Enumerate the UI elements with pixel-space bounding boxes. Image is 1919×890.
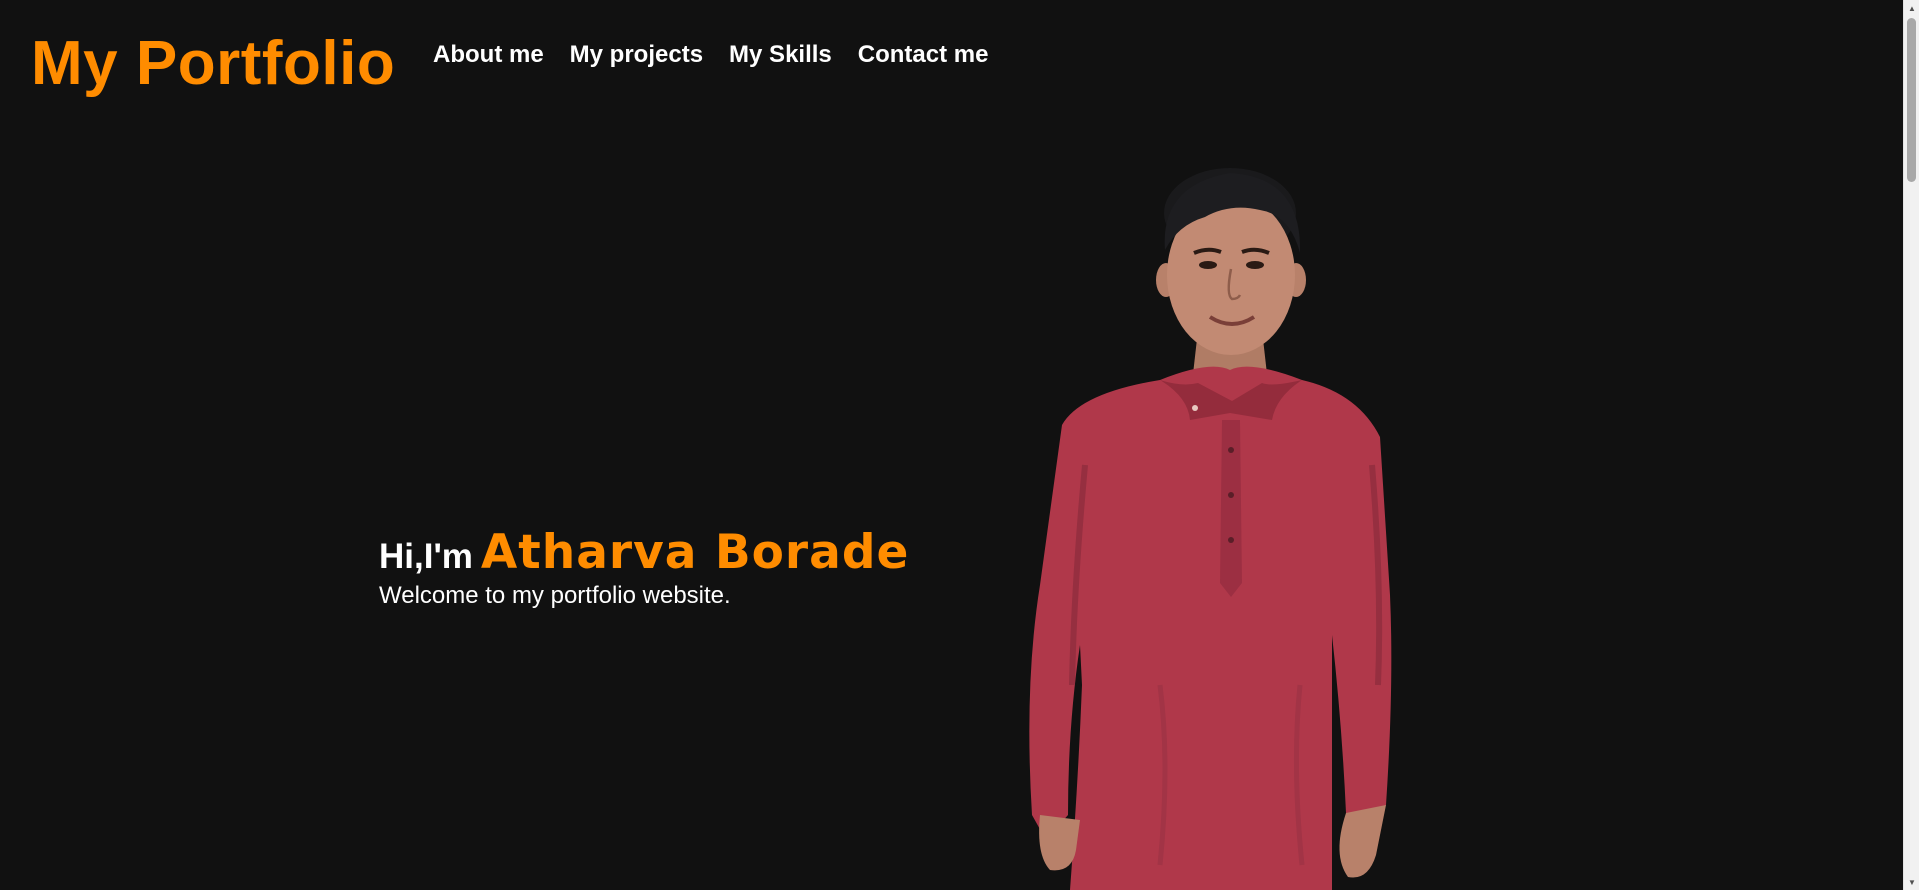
main-nav: About me My projects My Skills Contact m…: [433, 40, 988, 70]
hero-tagline: Welcome to my portfolio website.: [379, 582, 731, 609]
portrait-photo: [1029, 168, 1392, 890]
scroll-down-arrow-icon[interactable]: ▼: [1904, 874, 1919, 890]
scroll-up-arrow-icon[interactable]: ▲: [1904, 0, 1919, 16]
site-logo[interactable]: My Portfolio: [31, 28, 395, 100]
nav-link-skills[interactable]: My Skills: [729, 40, 832, 70]
nav-link-about[interactable]: About me: [433, 40, 544, 70]
hero-intro: Hi,I'm Atharva Borade Welcome to my portf…: [379, 525, 909, 610]
scroll-thumb[interactable]: [1907, 18, 1916, 182]
page-scrollbar[interactable]: ▲ ▼: [1903, 0, 1919, 890]
nav-link-contact[interactable]: Contact me: [858, 40, 989, 70]
page: My Portfolio About me My projects My Ski…: [0, 0, 1919, 890]
nav-link-projects[interactable]: My projects: [570, 40, 703, 70]
hero-greeting: Hi,I'm: [379, 537, 473, 576]
hero-name: Atharva Borade: [480, 525, 910, 580]
hero-heading: Hi,I'm Atharva Borade: [379, 525, 909, 580]
